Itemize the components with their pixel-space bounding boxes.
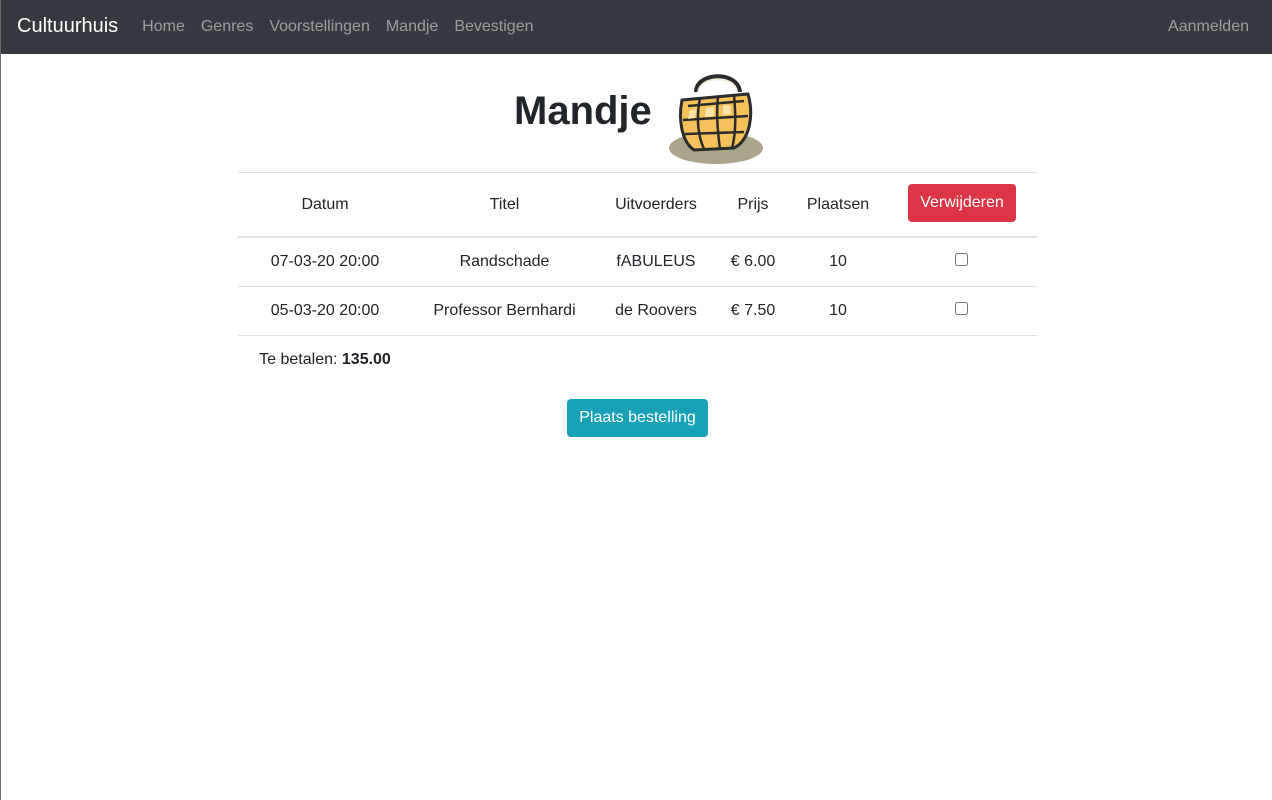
cell-uitvoerders: de Roovers [597,286,715,336]
total-filler [412,336,1037,385]
remove-button[interactable]: Verwijderen [908,184,1016,222]
cell-plaatsen: 10 [791,286,885,336]
header-uitvoerders: Uitvoerders [597,172,715,238]
total-label: Te betalen: [259,351,342,368]
nav-link-voorstellingen[interactable]: Voorstellingen [261,18,378,36]
cell-prijs: € 6.00 [715,237,791,287]
cell-uitvoerders: fABULEUS [597,237,715,287]
header-prijs: Prijs [715,172,791,238]
header-plaatsen: Plaatsen [791,172,885,238]
nav-link-mandje[interactable]: Mandje [378,18,446,36]
nav-link-bevestigen[interactable]: Bevestigen [446,18,541,36]
cell-titel: Professor Bernhardi [412,286,597,336]
row-select-checkbox[interactable] [954,253,968,266]
header-datum: Datum [238,172,412,238]
cell-titel: Randschade [412,237,597,287]
nav-link-home[interactable]: Home [134,18,193,36]
cell-prijs: € 7.50 [715,286,791,336]
header-titel: Titel [412,172,597,238]
table-header-row: Datum Titel Uitvoerders Prijs Plaatsen V… [238,172,1037,238]
header-remove: Verwijderen [885,172,1037,238]
cell-plaatsen: 10 [791,237,885,287]
total-value: 135.00 [341,351,391,368]
cell-datum: 07-03-20 20:00 [238,237,412,287]
place-order-button[interactable]: Plaats bestelling [567,399,708,437]
main-content: Mandje Datum Titel Uitvoerders Prijs Pla… [1,54,1272,800]
basket-icon [669,74,763,164]
table-row: 05-03-20 20:00 Professor Bernhardi de Ro… [238,286,1037,336]
login-link[interactable]: Aanmelden [1168,18,1256,36]
cell-select [885,237,1037,287]
row-select-checkbox[interactable] [954,302,968,315]
cart-table: Datum Titel Uitvoerders Prijs Plaatsen V… [238,172,1037,384]
total-row: Te betalen: 135.00 [238,335,1037,385]
cell-datum: 05-03-20 20:00 [238,286,412,336]
navbar: Cultuurhuis Home Genres Voorstellingen M… [1,0,1272,54]
brand-link[interactable]: Cultuurhuis [17,15,118,38]
cell-select [885,286,1037,336]
nav-link-genres[interactable]: Genres [193,18,261,36]
total-cell: Te betalen: 135.00 [238,335,412,384]
table-row: 07-03-20 20:00 Randschade fABULEUS € 6.0… [238,237,1037,287]
page-title: Mandje [514,89,652,133]
